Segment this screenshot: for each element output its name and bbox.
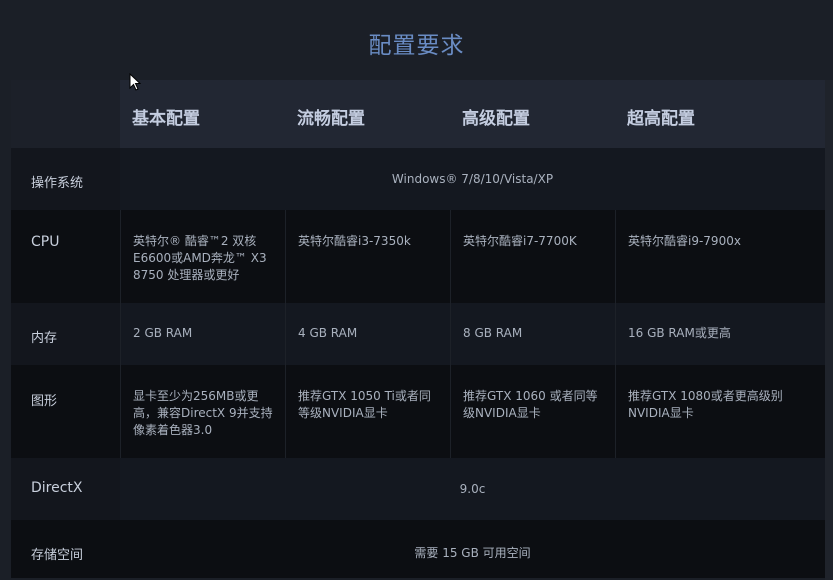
os-value: Windows® 7/8/10/Vista/XP xyxy=(391,172,554,186)
header-basic: 基本配置 xyxy=(120,80,285,148)
header-ultra: 超高配置 xyxy=(615,80,825,148)
row-label-directx: DirectX xyxy=(11,458,120,520)
page-title: 配置要求 xyxy=(368,33,465,59)
directx-value: 9.0c xyxy=(459,482,486,496)
storage-value: 需要 15 GB 可用空间 xyxy=(414,546,531,560)
memory-smooth: 4 GB RAM xyxy=(285,303,450,365)
mouse-cursor-icon xyxy=(129,73,141,91)
row-label-graphics: 图形 xyxy=(11,365,120,458)
cpu-ultra: 英特尔酷睿i9-7900x xyxy=(615,210,825,303)
table-row-cpu: CPU 英特尔® 酷睿™2 双核 E6600或AMD奔龙™ X3 8750 处理… xyxy=(11,210,825,303)
table-row-memory: 内存 2 GB RAM 4 GB RAM 8 GB RAM 16 GB RAM或… xyxy=(11,303,825,365)
table-row-storage: 存储空间 需要 15 GB 可用空间 xyxy=(11,520,825,578)
row-label-os: 操作系统 xyxy=(11,148,120,210)
row-label-storage: 存储空间 xyxy=(11,520,120,578)
table-row-graphics: 图形 显卡至少为256MB或更高，兼容DirectX 9并支持像素着色器3.0 … xyxy=(11,365,825,458)
cpu-basic: 英特尔® 酷睿™2 双核 E6600或AMD奔龙™ X3 8750 处理器或更好 xyxy=(120,210,285,303)
cpu-smooth: 英特尔酷睿i3-7350k xyxy=(285,210,450,303)
header-smooth: 流畅配置 xyxy=(285,80,450,148)
graphics-basic: 显卡至少为256MB或更高，兼容DirectX 9并支持像素着色器3.0 xyxy=(120,365,285,458)
graphics-advanced: 推荐GTX 1060 或者同等级NVIDIA显卡 xyxy=(450,365,615,458)
table-row-os: 操作系统 Windows® 7/8/10/Vista/XP xyxy=(11,148,825,210)
header-empty-cell xyxy=(11,80,120,148)
cpu-advanced: 英特尔酷睿i7-7700K xyxy=(450,210,615,303)
row-label-cpu: CPU xyxy=(11,210,120,303)
graphics-smooth: 推荐GTX 1050 Ti或者同等级NVIDIA显卡 xyxy=(285,365,450,458)
memory-advanced: 8 GB RAM xyxy=(450,303,615,365)
requirements-table: 基本配置 流畅配置 高级配置 超高配置 操作系统 Windows® 7/8/10… xyxy=(11,80,825,578)
row-label-memory: 内存 xyxy=(11,303,120,365)
graphics-ultra: 推荐GTX 1080或者更高级别NVIDIA显卡 xyxy=(615,365,825,458)
memory-ultra: 16 GB RAM或更高 xyxy=(615,303,825,365)
scrollbar-track[interactable] xyxy=(825,80,833,580)
table-row-directx: DirectX 9.0c xyxy=(11,458,825,520)
memory-basic: 2 GB RAM xyxy=(120,303,285,365)
header-advanced: 高级配置 xyxy=(450,80,615,148)
